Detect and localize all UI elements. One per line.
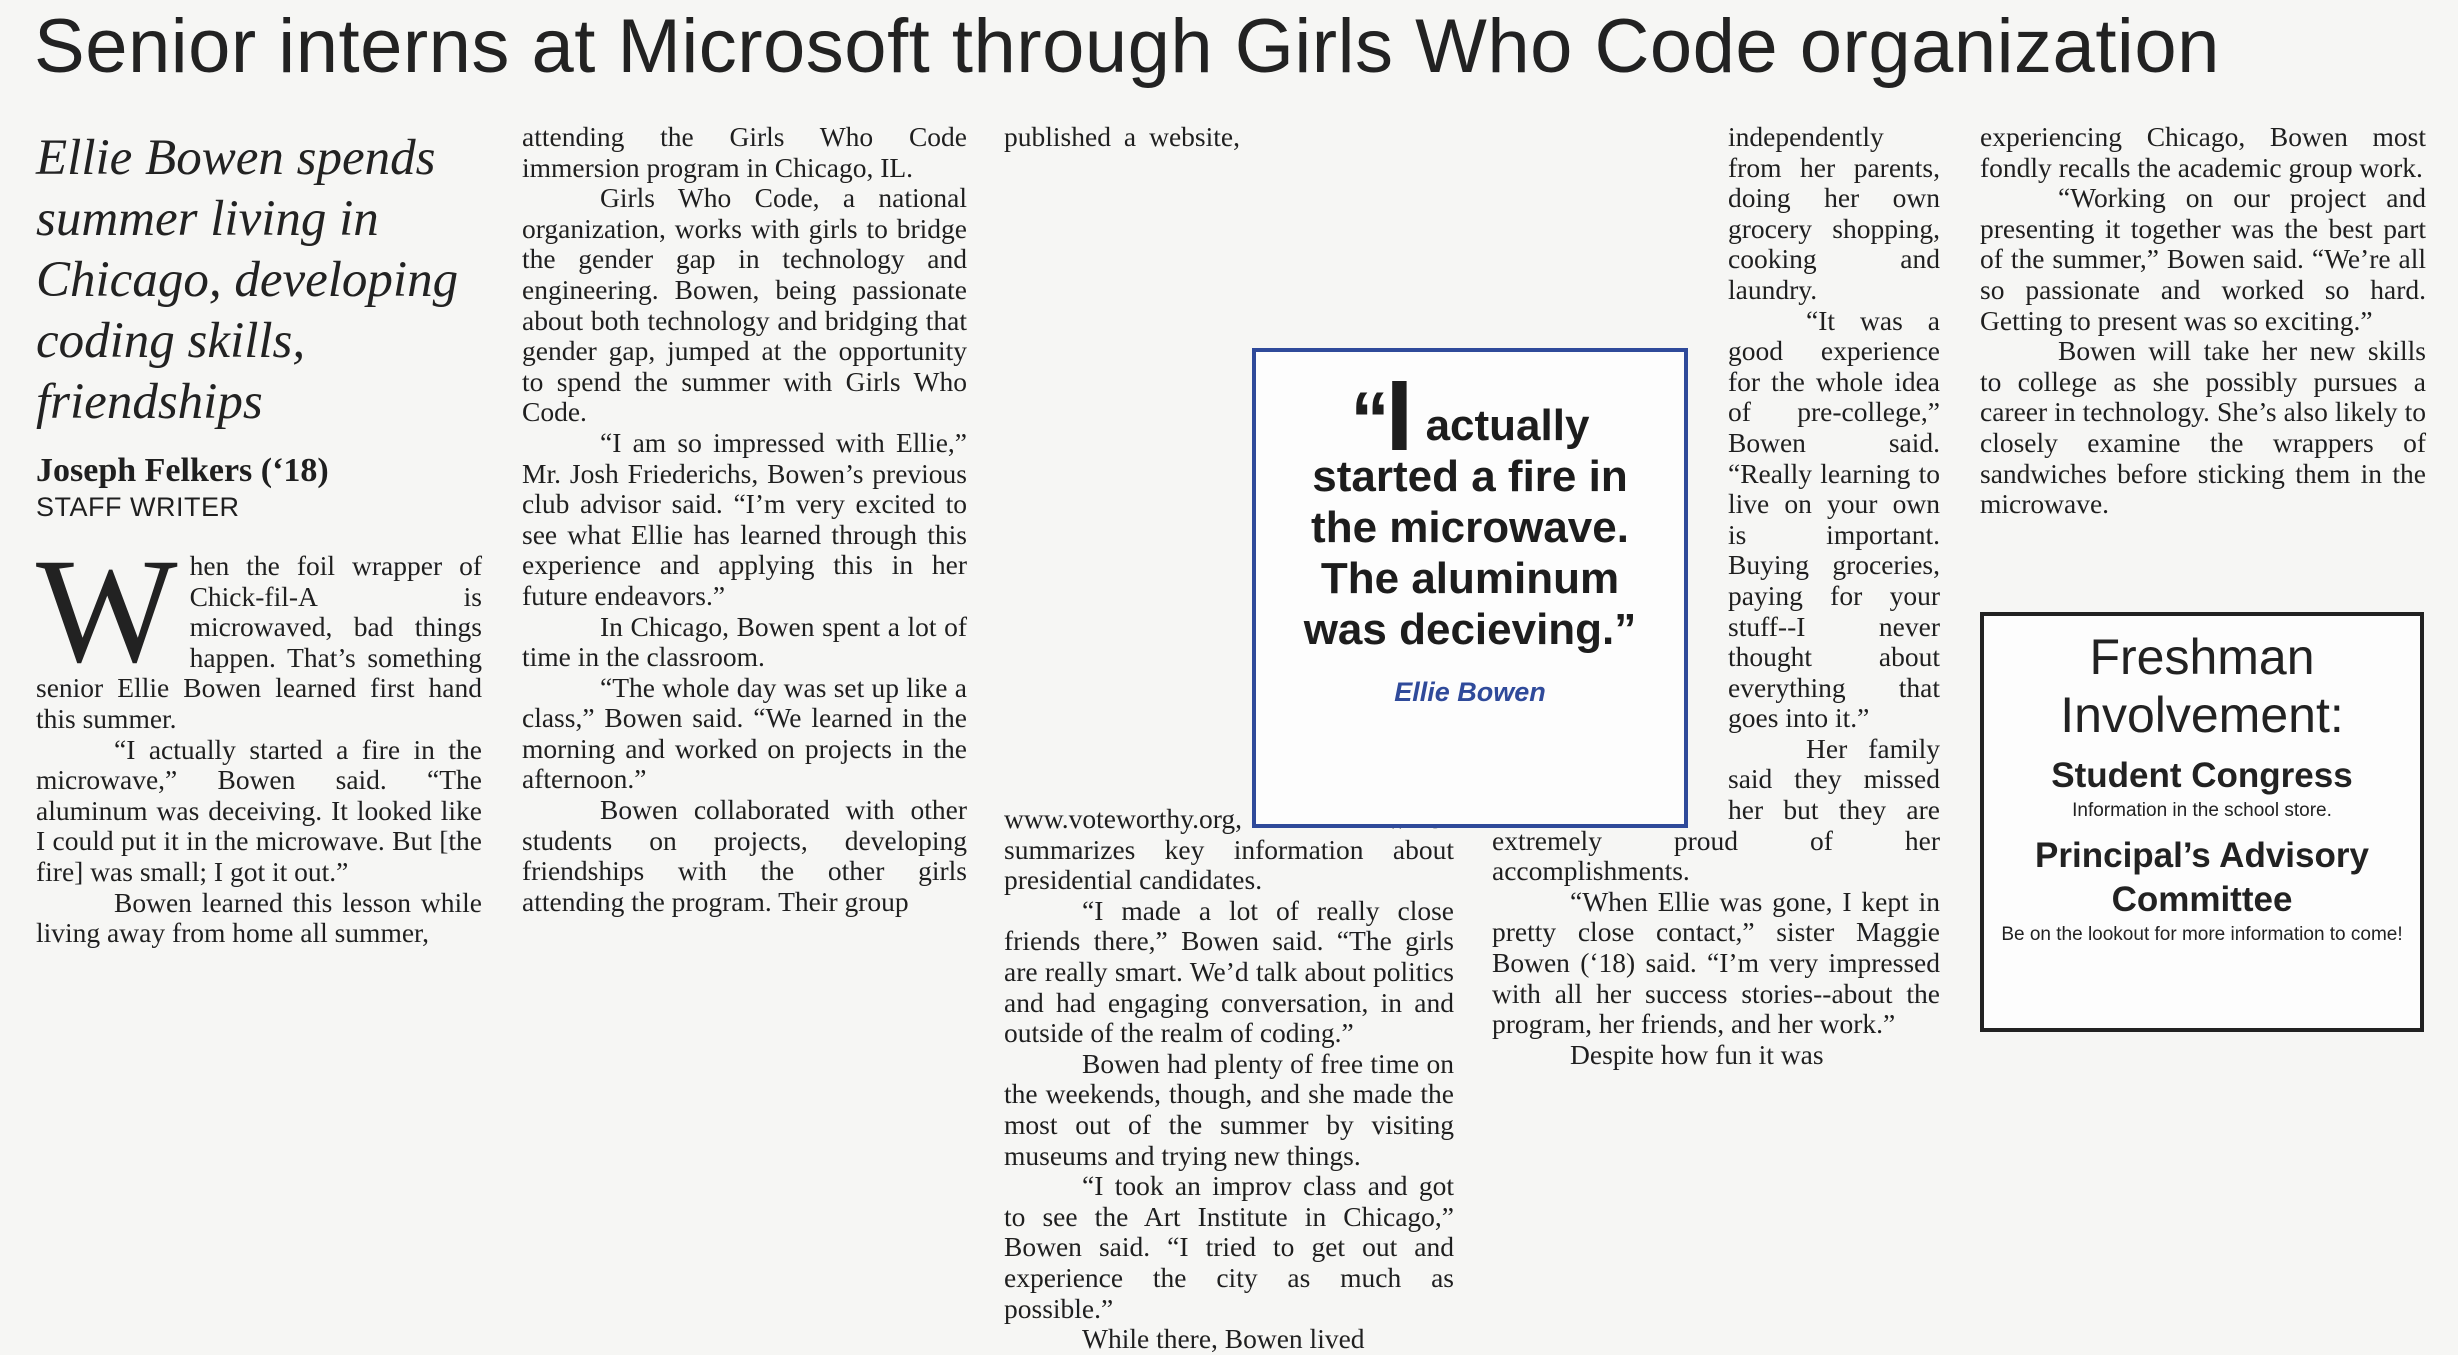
article-paragraph: “Working on our project and presenting i… <box>1980 182 2426 336</box>
article-column-5: experiencing Chicago, Bowen most fondly … <box>1980 121 2426 520</box>
article-paragraph: When the foil wrapper of Chick-fil-A is … <box>36 528 482 735</box>
article-paragraph: “I took an improv class and got to see t… <box>1004 1170 1454 1324</box>
article-paragraph: attending the Girls Who Code immersion p… <box>522 121 967 183</box>
article-column-2: attending the Girls Who Code immersion p… <box>522 121 967 917</box>
byline-name: Joseph Felkers (‘18) <box>36 452 329 489</box>
byline-role: STAFF WRITER <box>36 492 240 522</box>
article-paragraph: Girls Who Code, a national organization,… <box>522 182 967 428</box>
article-paragraph: “I actually started a fire in the microw… <box>36 733 482 887</box>
pull-quote-open-mark: “ <box>1350 375 1390 463</box>
pull-quote: “I actually started a fire in the microw… <box>1252 348 1688 828</box>
article-paragraph: Bowen collaborated with other students o… <box>522 794 967 917</box>
article-paragraph: Despite how fun it was <box>1570 1038 1824 1070</box>
box-title: Freshman Involvement: <box>2060 629 2344 743</box>
article-paragraph: Bowen learned this lesson while living a… <box>36 886 482 949</box>
article-paragraph: experiencing Chicago, Bowen most fondly … <box>1980 121 2426 183</box>
article-paragraph: In Chicago, Bowen spent a lot of time in… <box>522 610 967 673</box>
article-column-1: Ellie Bowen spends summer living in Chic… <box>36 122 482 949</box>
headline: Senior interns at Microsoft through Girl… <box>34 4 2220 89</box>
article-paragraph: independently from her parents, doing he… <box>1728 121 1940 305</box>
freshman-involvement-box: Freshman Involvement: Student Congress I… <box>1980 612 2424 1032</box>
article-paragraph: Bowen had plenty of free time on the wee… <box>1004 1047 1454 1171</box>
box-note: Be on the lookout for more information t… <box>2001 924 2403 945</box>
article-paragraph: “I made a lot of really close friends th… <box>1004 894 1454 1049</box>
article-paragraph: Bowen will take her new skills to colleg… <box>1980 335 2426 520</box>
article-deck: Ellie Bowen spends summer living in Chic… <box>36 130 459 430</box>
box-item-student-congress: Student Congress <box>2051 756 2353 795</box>
pull-quote-attribution: Ellie Bowen <box>1394 677 1546 707</box>
drop-cap: W <box>36 528 178 694</box>
pull-quote-text: “I actually started a fire in the microw… <box>1276 366 1664 655</box>
box-item-principals-advisory: Principal’s Advisory Committee <box>2035 836 2369 919</box>
article-paragraph: “The whole day was set up like a class,”… <box>522 671 967 795</box>
article-paragraph: “When Ellie was gone, I kept in pretty c… <box>1492 885 1940 1040</box>
box-note: Information in the school store. <box>2072 800 2332 821</box>
article-paragraph: While there, Bowen lived <box>1082 1323 1365 1355</box>
article-paragraph: “I am so impressed with Ellie,” Mr. Josh… <box>522 426 967 611</box>
